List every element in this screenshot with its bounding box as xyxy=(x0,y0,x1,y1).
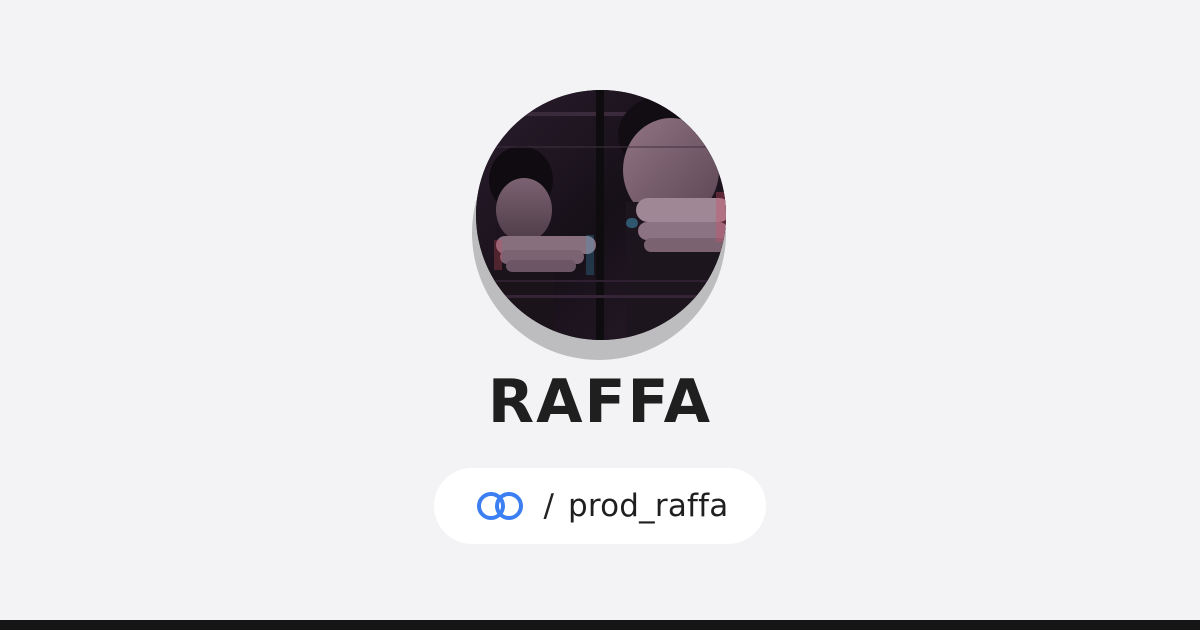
link-icon xyxy=(476,492,523,520)
page-canvas: RAFFA / prod_raffa xyxy=(0,0,1200,620)
handle-username: prod_raffa xyxy=(568,487,729,524)
avatar[interactable] xyxy=(476,90,726,340)
profile-handle-button[interactable]: / prod_raffa xyxy=(434,468,766,544)
handle-separator: / xyxy=(543,487,554,524)
bottom-bar xyxy=(0,620,1200,630)
avatar-photo xyxy=(476,90,726,340)
avatar-container xyxy=(472,90,726,360)
profile-name: RAFFA xyxy=(487,367,713,437)
